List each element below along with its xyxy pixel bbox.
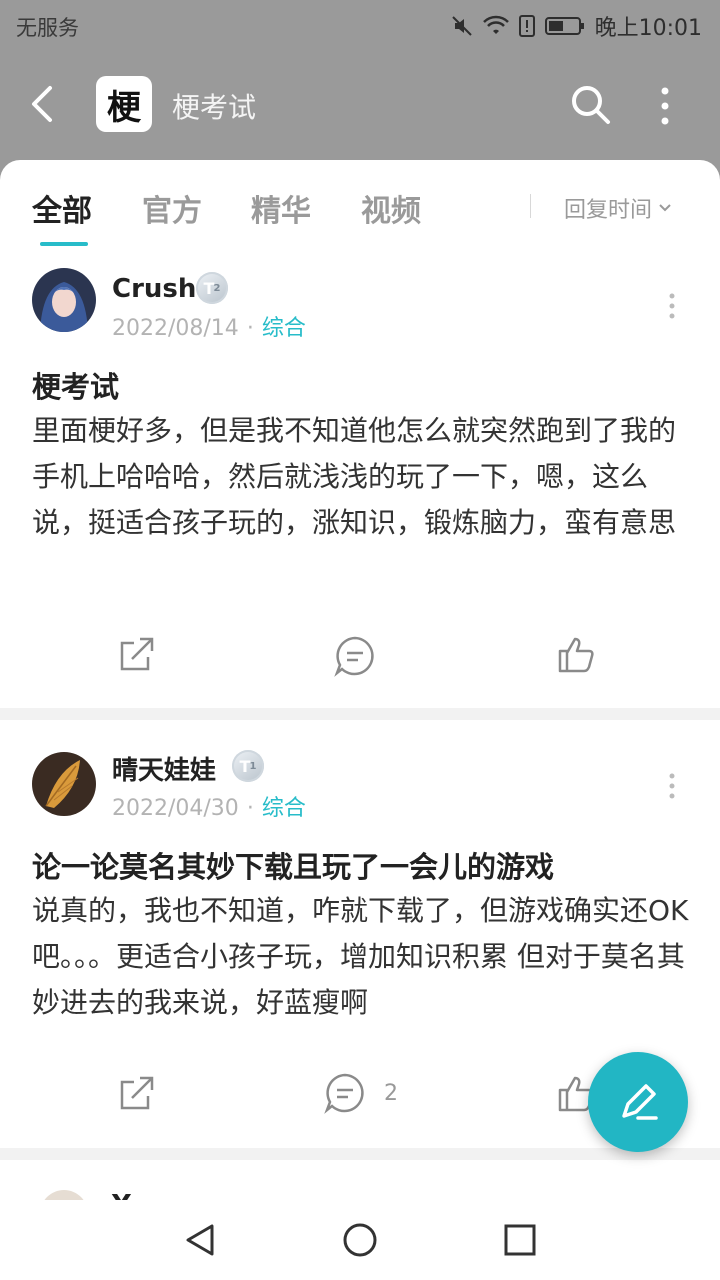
more-options-button[interactable]: [652, 86, 678, 126]
chevron-left-icon: [32, 86, 52, 122]
avatar[interactable]: [40, 1190, 88, 1200]
circle-home-icon: [343, 1223, 377, 1257]
post-separator: [0, 708, 720, 720]
app-logo[interactable]: 梗: [96, 76, 152, 132]
more-vertical-icon: [669, 773, 675, 799]
avatar[interactable]: [32, 268, 96, 332]
more-vertical-icon: [669, 293, 675, 319]
share-button[interactable]: [116, 1074, 156, 1114]
page-title: 梗考试: [172, 91, 257, 124]
post-meta: 2022/04/30 · 综合: [112, 796, 306, 821]
post-meta: 2022/08/14 · 综合: [112, 316, 306, 341]
level-badge: T1: [232, 750, 264, 782]
comment-button[interactable]: 2: [324, 1072, 398, 1114]
post-card[interactable]: Crush T2 2022/08/14 · 综合 梗考试 里面梗好多，但是我不知道他…: [0, 252, 720, 708]
comment-icon: [324, 1073, 364, 1114]
more-vertical-icon: [661, 87, 669, 125]
tab-video[interactable]: 视频: [361, 186, 421, 230]
post-title[interactable]: 梗考试: [32, 364, 119, 406]
username[interactable]: 晴天娃娃: [112, 750, 216, 787]
search-icon: [572, 86, 610, 124]
carrier-label: 无服务: [16, 16, 79, 40]
battery-icon: [544, 15, 585, 37]
sort-dropdown[interactable]: 回复时间: [564, 192, 672, 224]
sim-alert-icon: [518, 15, 535, 37]
active-tab-indicator: [40, 242, 88, 246]
nav-back-button[interactable]: [180, 1220, 220, 1260]
post-separator: [0, 1148, 720, 1160]
sort-label: 回复时间: [564, 198, 653, 223]
mute-icon: [451, 15, 473, 37]
share-icon: [120, 637, 154, 671]
compose-post-button[interactable]: [588, 1052, 688, 1152]
nav-recents-button[interactable]: [500, 1220, 540, 1260]
system-nav-bar: [0, 1200, 720, 1280]
pen-icon: [622, 1084, 658, 1120]
post-category[interactable]: 综合: [262, 796, 306, 821]
back-button[interactable]: [26, 84, 62, 124]
tab-featured[interactable]: 精华: [251, 186, 311, 230]
chevron-down-icon: [659, 204, 671, 212]
search-button[interactable]: [568, 82, 612, 126]
triangle-back-icon: [186, 1224, 214, 1256]
avatar[interactable]: [32, 752, 96, 816]
square-recents-icon: [504, 1224, 536, 1256]
comment-button[interactable]: [334, 635, 376, 677]
post-title[interactable]: 论一论莫名其妙下载且玩了一会儿的游戏: [32, 844, 554, 886]
post-card-partial[interactable]: Y…: [0, 1160, 720, 1200]
app-header: 梗 梗考试: [0, 50, 720, 160]
status-bar: 无服务 晚上10:01: [0, 0, 720, 50]
post-category[interactable]: 综合: [262, 316, 306, 341]
username[interactable]: Crush: [112, 274, 196, 304]
tab-bar: 全部 官方 精华 视频 回复时间: [0, 160, 720, 252]
nav-home-button[interactable]: [340, 1220, 380, 1260]
status-icons: 晚上10:01: [451, 10, 702, 42]
post-more-button[interactable]: [668, 772, 676, 800]
like-button[interactable]: [556, 633, 598, 675]
post-more-button[interactable]: [668, 292, 676, 320]
tab-all[interactable]: 全部: [32, 186, 92, 230]
comment-count: 2: [384, 1080, 398, 1106]
share-icon: [120, 1076, 154, 1110]
level-badge: T2: [196, 272, 228, 304]
thumbs-up-icon: [558, 637, 594, 673]
time-label: 晚上10:01: [594, 16, 702, 41]
content-sheet: 全部 官方 精华 视频 回复时间 Crush T2 2022/08/14 · 综合 …: [0, 160, 720, 1200]
wifi-icon: [482, 15, 509, 37]
post-date: 2022/08/14: [112, 316, 239, 341]
divider: [530, 194, 531, 218]
tab-official[interactable]: 官方: [142, 186, 202, 230]
username[interactable]: Y…: [112, 1190, 157, 1200]
share-button[interactable]: [116, 635, 156, 675]
post-body[interactable]: 说真的，我也不知道，咋就下载了，但游戏确实还OK吧。。。更适合小孩子玩，增加知识…: [32, 888, 692, 1026]
comment-icon: [334, 636, 374, 677]
post-date: 2022/04/30: [112, 796, 239, 821]
post-body[interactable]: 里面梗好多，但是我不知道他怎么就突然跑到了我的手机上哈哈哈，然后就浅浅的玩了一下…: [32, 408, 692, 546]
